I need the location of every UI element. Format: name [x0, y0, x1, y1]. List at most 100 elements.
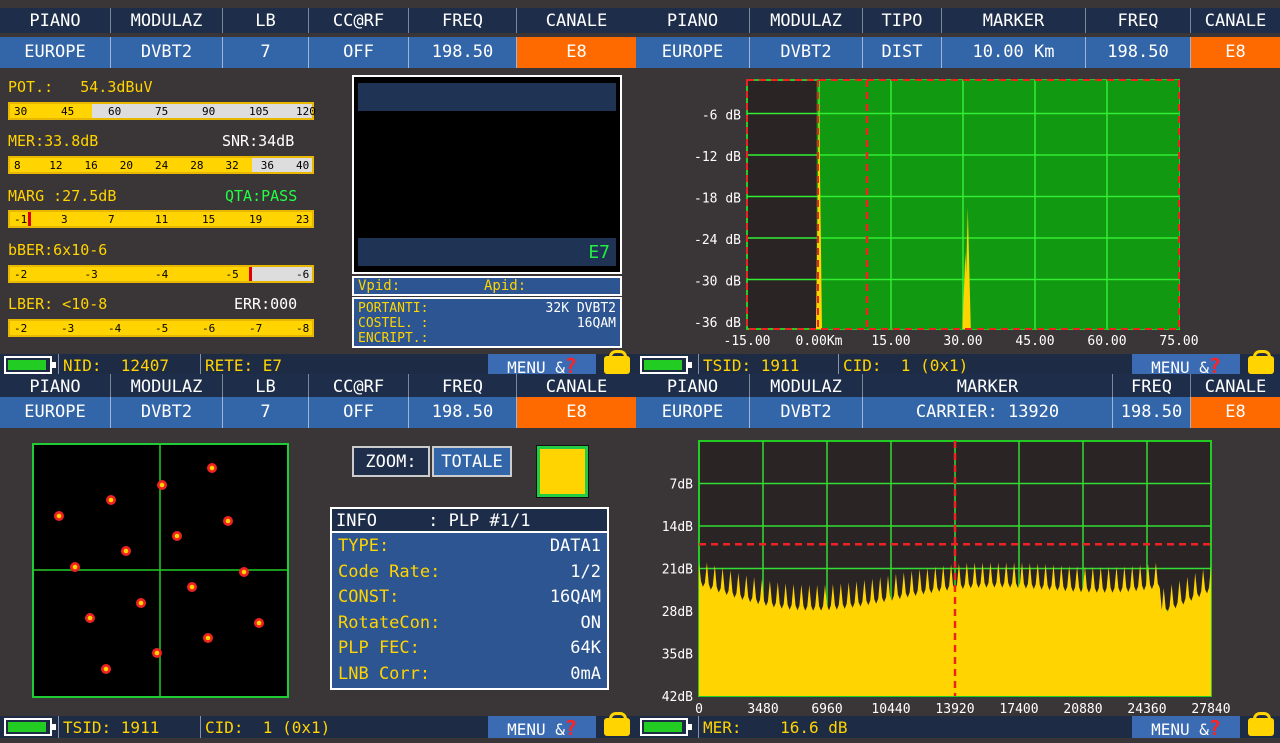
plp-row: PLP FEC: 64K: [332, 635, 607, 661]
menu-button[interactable]: MENU &?: [1132, 354, 1240, 374]
meter-tick: 24: [155, 159, 169, 172]
meter-tick: -2: [14, 322, 28, 335]
echo-area-fill: [816, 80, 1179, 329]
mer-y-tick: 7dB: [670, 478, 694, 493]
val-canale[interactable]: E8: [517, 397, 636, 428]
question-icon: ?: [564, 354, 577, 374]
meter-tick: 19: [249, 213, 263, 226]
meter-tick: -3: [84, 268, 98, 281]
pid-row: Vpid: Apid:: [352, 276, 622, 296]
lber-meter: -2 -3 -4 -5 -6 -7 -8: [8, 319, 314, 337]
meter-tick: 45: [61, 105, 75, 118]
meter-tick: -1: [14, 213, 28, 226]
mer-y-tick: 14dB: [662, 520, 693, 535]
plp-value: ON: [580, 612, 601, 633]
val-freq[interactable]: 198.50: [1113, 397, 1191, 428]
val-lb[interactable]: 7: [223, 37, 309, 68]
plp-key: Code Rate:: [338, 561, 441, 582]
lock-icon[interactable]: [604, 712, 630, 736]
battery-icon: [640, 356, 692, 374]
plp-key: TYPE:: [338, 536, 390, 556]
val-tipo[interactable]: DIST: [863, 37, 942, 68]
menu-button[interactable]: MENU &?: [488, 716, 596, 740]
lock-icon[interactable]: [1248, 350, 1274, 374]
tsid-readout: TSID: 1911: [58, 716, 200, 738]
mer-readout: MER: 16.6 dB: [698, 716, 1118, 738]
echo-y-tick: -6 dB: [702, 109, 741, 124]
value-row: EUROPE DVBT2 7 OFF 198.50 E8: [0, 397, 636, 428]
echo-chart: -6 dB -12 dB -18 dB -24 dB -30 dB -36 dB -15.0…: [694, 79, 1199, 349]
plp-value: DATA1: [549, 536, 601, 556]
pot-label: POT.: 54.3dBuV: [8, 78, 153, 96]
plp-value: 16QAM: [549, 587, 601, 607]
meter-tick: 8: [14, 159, 21, 172]
mer-x-tick: 24360: [1127, 702, 1166, 714]
mer-x-tick: 27840: [1191, 702, 1230, 714]
val-marker[interactable]: 10.00 Km: [942, 37, 1086, 68]
val-canale[interactable]: E8: [1191, 397, 1280, 428]
plp-row: CONST: 16QAM: [332, 584, 607, 610]
battery-icon: [640, 718, 692, 736]
mer-meter: 8 12 16 20 24 28 32 36 40: [8, 156, 314, 174]
video-preview: E7: [352, 75, 622, 274]
hdr-ccrf: CC@RF: [309, 374, 409, 399]
video-channel-label: E7: [358, 238, 616, 266]
val-canale[interactable]: E8: [517, 37, 636, 68]
meter-tick: 40: [296, 159, 310, 172]
val-piano[interactable]: EUROPE: [636, 37, 750, 68]
meter-tick: 60: [108, 105, 122, 118]
val-modulaz[interactable]: DVBT2: [750, 397, 863, 428]
mer-label: MER:33.8dB: [8, 132, 99, 150]
menu-button[interactable]: MENU &?: [488, 354, 596, 374]
val-modulaz[interactable]: DVBT2: [750, 37, 863, 68]
plp-row: TYPE: DATA1: [332, 533, 607, 559]
val-ccrf[interactable]: OFF: [309, 397, 409, 428]
battery-icon: [4, 718, 56, 736]
meter-tick: 90: [202, 105, 216, 118]
plp-row: LNB Corr: 0mA: [332, 661, 607, 687]
val-marker[interactable]: CARRIER: 13920: [863, 397, 1113, 428]
const-point-core: [108, 497, 114, 503]
val-ccrf[interactable]: OFF: [309, 37, 409, 68]
lock-icon[interactable]: [1248, 712, 1274, 736]
const-point-core: [103, 666, 109, 672]
val-modulaz[interactable]: DVBT2: [111, 397, 223, 428]
mer-x-tick: 20880: [1063, 702, 1102, 714]
marg-label: MARG :27.5dB: [8, 187, 117, 205]
header-row: PIANO MODULAZ LB CC@RF FREQ CANALE: [0, 8, 636, 33]
val-piano[interactable]: EUROPE: [0, 37, 111, 68]
val-modulaz[interactable]: DVBT2: [111, 37, 223, 68]
meter-tick: 23: [296, 213, 310, 226]
val-canale[interactable]: E8: [1191, 37, 1280, 68]
lock-icon[interactable]: [604, 350, 630, 374]
hdr-freq: FREQ: [1086, 8, 1191, 33]
lber-label: LBER: <10-8: [8, 295, 108, 313]
meter-tick: 20: [119, 159, 133, 172]
const-point-core: [87, 615, 93, 621]
meter-tick: 15: [202, 213, 216, 226]
val-piano[interactable]: EUROPE: [636, 397, 750, 428]
val-freq[interactable]: 198.50: [1086, 37, 1191, 68]
const-point-core: [159, 482, 165, 488]
val-lb[interactable]: 7: [223, 397, 309, 428]
footer: NID: 12407 RETE: E7 MENU &?: [0, 350, 636, 374]
val-piano[interactable]: EUROPE: [0, 397, 111, 428]
val-freq[interactable]: 198.50: [409, 397, 517, 428]
menu-button[interactable]: MENU &?: [1132, 716, 1240, 740]
question-icon: ?: [1208, 354, 1221, 374]
meter-tick: -8: [296, 322, 310, 335]
battery-icon: [4, 356, 56, 374]
val-freq[interactable]: 198.50: [409, 37, 517, 68]
mer-x-tick: 3480: [747, 702, 778, 714]
meter-tick: -5: [155, 322, 169, 335]
plp-key: LNB Corr:: [338, 663, 431, 684]
footer: TSID: 1911 CID: 1 (0x1) MENU &?: [0, 712, 636, 740]
zoom-value-button[interactable]: TOTALE: [432, 446, 512, 477]
mer-x-tick: 10440: [871, 702, 910, 714]
meter-tick: 12: [49, 159, 63, 172]
hdr-modulaz: MODULAZ: [750, 8, 863, 33]
meter-tick: 120: [296, 105, 316, 118]
panel-mer-carrier: PIANO MODULAZ MARKER FREQ CANALE EUROPE …: [636, 374, 1280, 743]
constellation-plot: [34, 445, 287, 696]
marg-meter: -1 3 7 11 15 19 23: [8, 210, 314, 228]
